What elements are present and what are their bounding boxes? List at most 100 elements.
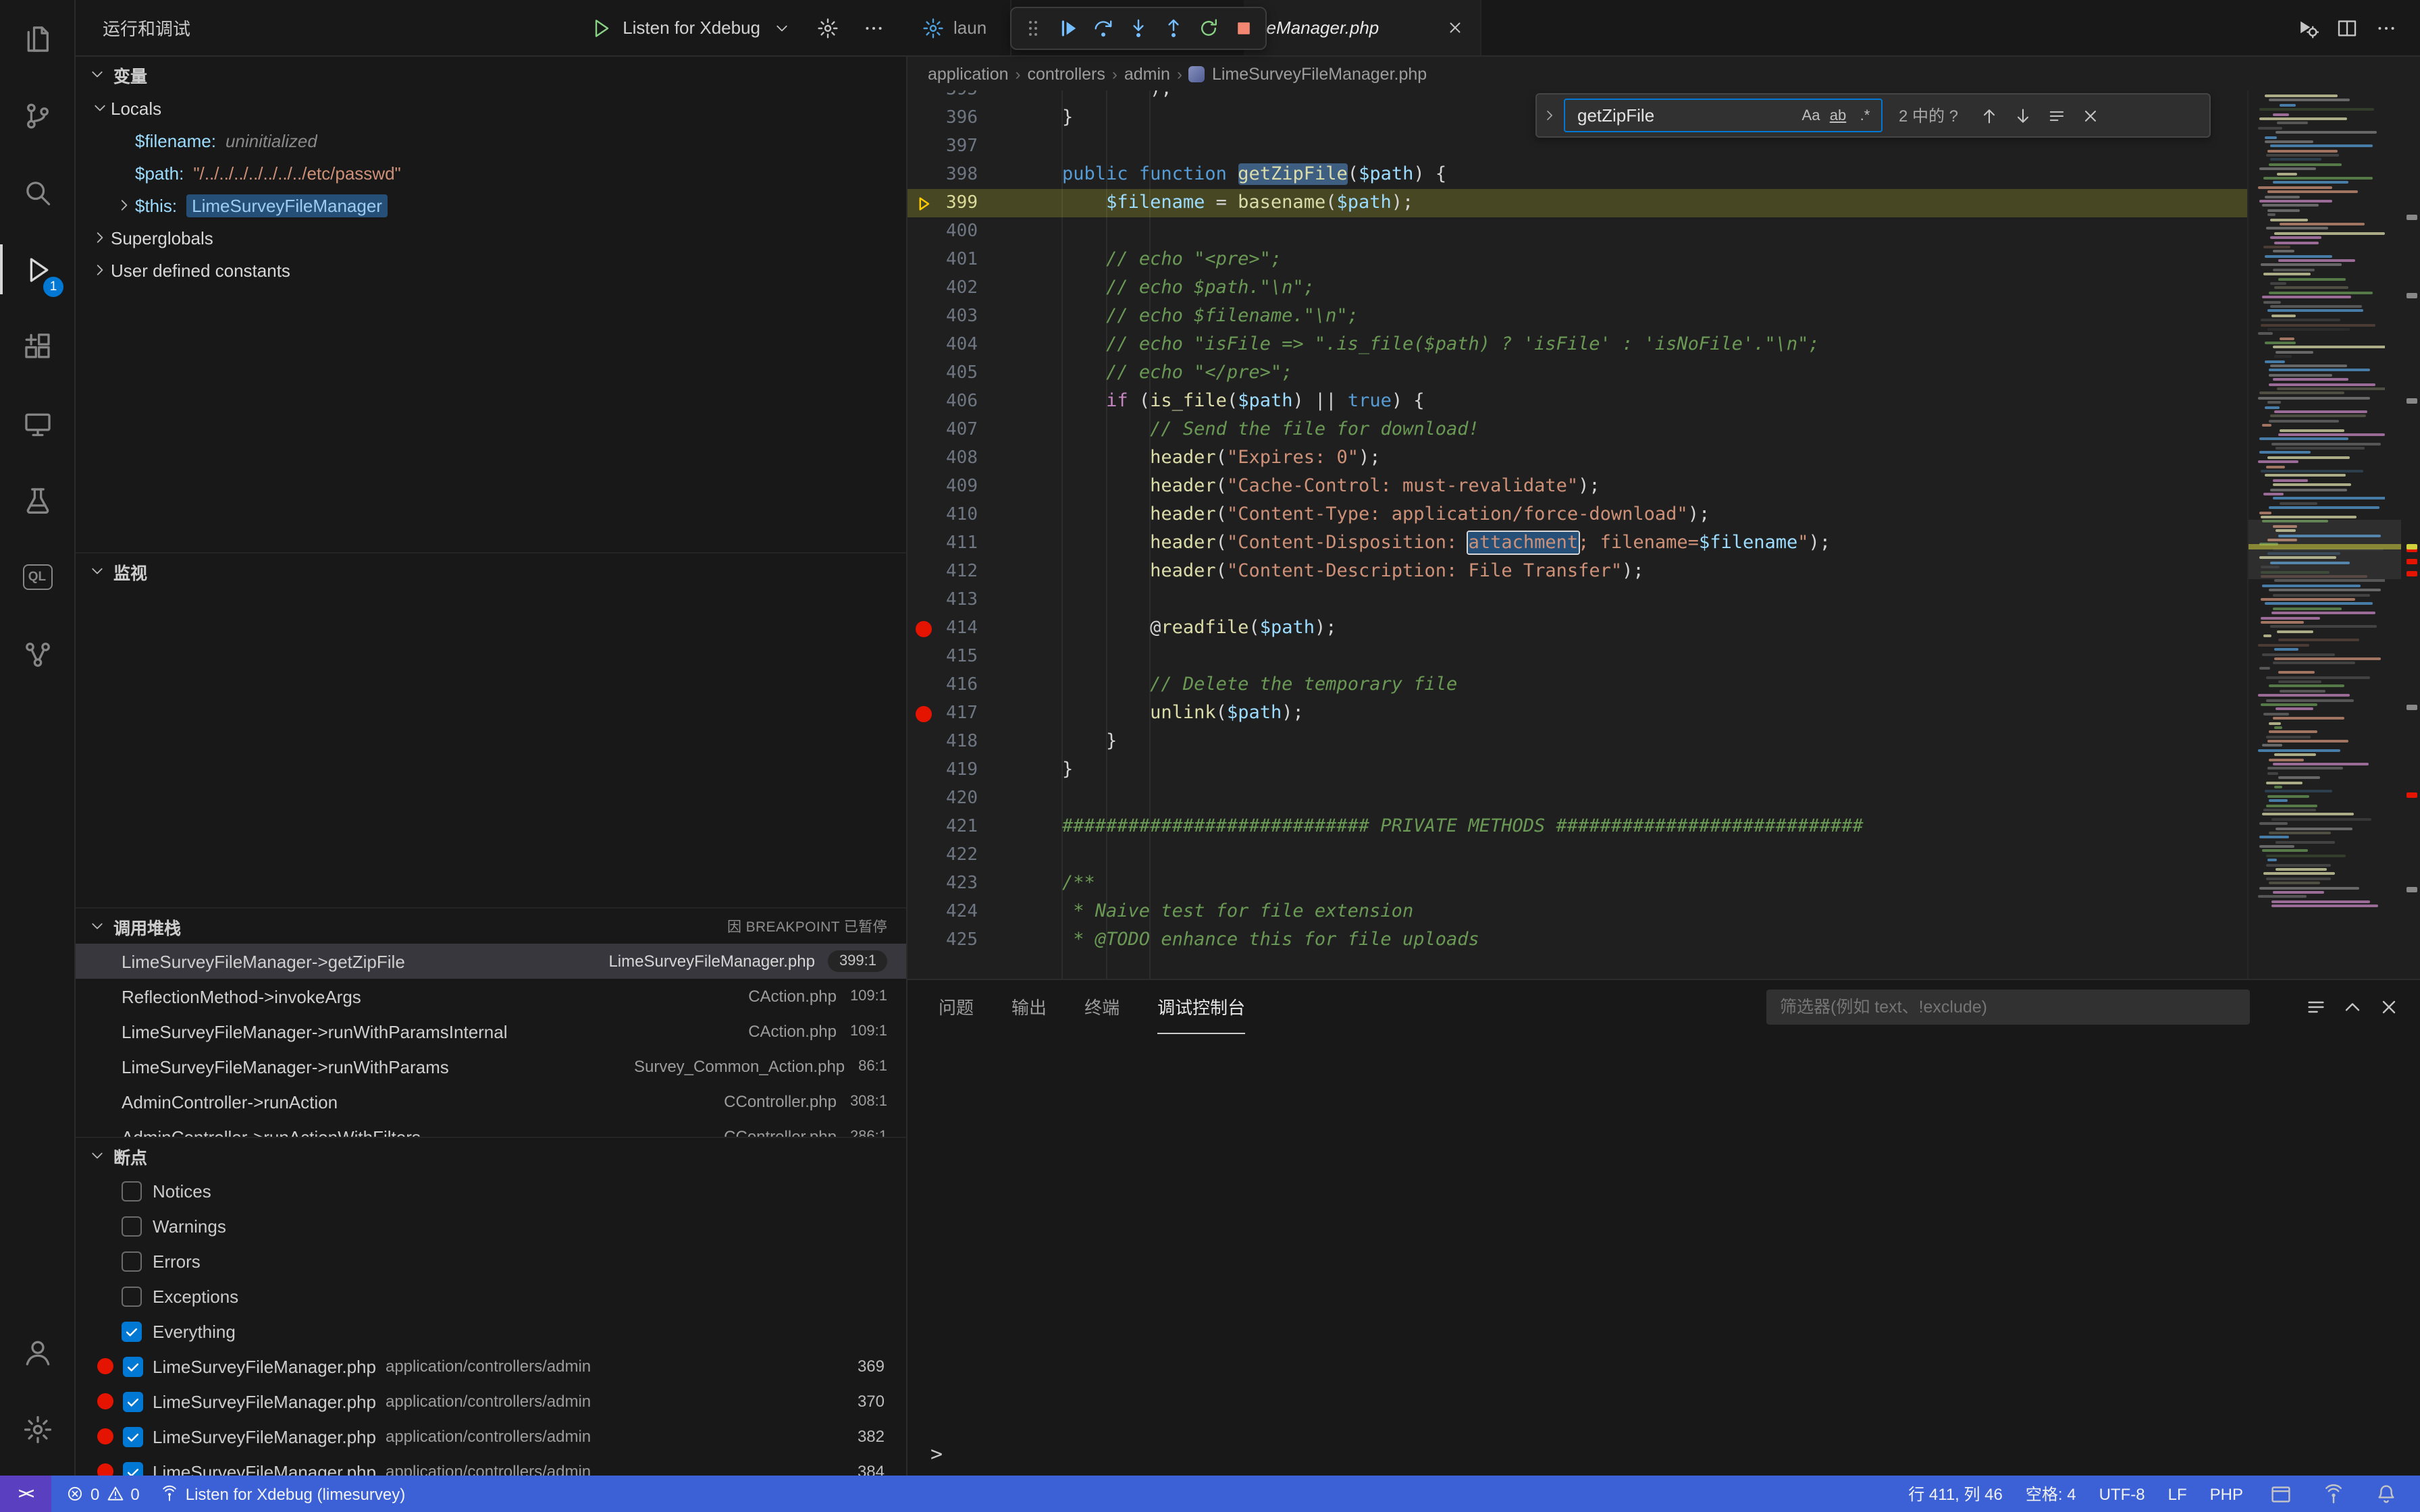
maximize-panel-icon[interactable] <box>2338 992 2367 1022</box>
problems-status[interactable]: 0 0 <box>65 1484 140 1504</box>
breakpoint-toggle-row[interactable]: Everything <box>76 1314 906 1349</box>
checkbox[interactable] <box>122 1286 142 1306</box>
panel-tab-调试控制台[interactable]: 调试控制台 <box>1157 980 1245 1034</box>
browser-preview-icon[interactable] <box>2266 1479 2296 1509</box>
stack-frame-row[interactable]: ReflectionMethod->invokeArgsCAction.php1… <box>76 979 906 1014</box>
breadcrumb-item[interactable]: controllers <box>1028 64 1105 83</box>
run-or-debug-icon[interactable] <box>2293 13 2323 43</box>
code-line[interactable]: 401 // echo "<pre>"; <box>908 246 2247 274</box>
code-line[interactable]: 423 /** <box>908 869 2247 898</box>
scope-row[interactable]: Superglobals <box>76 221 906 254</box>
code-line[interactable]: 415 <box>908 643 2247 671</box>
step-over-icon[interactable] <box>1086 11 1121 46</box>
pipeline-icon[interactable] <box>0 616 74 693</box>
breakpoint-row[interactable]: LimeSurveyFileManager.phpapplication/con… <box>76 1384 906 1419</box>
stack-frame-row[interactable]: AdminController->runActionWithFiltersCCo… <box>76 1119 906 1137</box>
start-debugging-icon[interactable] <box>586 13 616 43</box>
checkbox[interactable] <box>123 1461 143 1476</box>
console-filter-input[interactable] <box>1777 996 2239 1018</box>
notifications-bell-icon[interactable] <box>2371 1479 2401 1509</box>
code-line[interactable]: 412 header("Content-Description: File Tr… <box>908 558 2247 586</box>
minimap[interactable] <box>2247 90 2420 979</box>
debug-config-dropdown[interactable]: Listen for Xdebug <box>586 13 797 43</box>
variables-section-header[interactable]: 变量 <box>76 57 906 92</box>
scope-row[interactable]: User defined constants <box>76 254 906 286</box>
remote-indicator[interactable]: >< <box>0 1476 51 1512</box>
panel-tab-终端[interactable]: 终端 <box>1084 980 1120 1034</box>
checkbox[interactable] <box>123 1356 143 1376</box>
code-line[interactable]: 421 ############################ PRIVATE… <box>908 813 2247 841</box>
whole-word-icon[interactable]: ab <box>1824 102 1851 129</box>
code-line[interactable]: 405 // echo "</pre>"; <box>908 359 2247 387</box>
code-line[interactable]: 398 public function getZipFile($path) { <box>908 161 2247 189</box>
next-match-icon[interactable] <box>2008 101 2036 130</box>
eol-sequence[interactable]: LF <box>2168 1484 2187 1503</box>
breakpoint-glyph-icon[interactable] <box>908 699 940 728</box>
breakpoints-section-header[interactable]: 断点 <box>76 1138 906 1173</box>
code-line[interactable]: 408 header("Expires: 0"); <box>908 444 2247 473</box>
indentation[interactable]: 空格: 4 <box>2026 1482 2076 1505</box>
code-line[interactable]: 411 header("Content-Disposition: attachm… <box>908 529 2247 558</box>
breakpoint-row[interactable]: LimeSurveyFileManager.phpapplication/con… <box>76 1454 906 1476</box>
explorer-icon[interactable] <box>0 0 74 77</box>
checkbox[interactable] <box>123 1391 143 1411</box>
breakpoint-glyph-icon[interactable] <box>908 614 940 643</box>
checkbox[interactable] <box>122 1321 142 1341</box>
code-line[interactable]: 399 $filename = basename($path); <box>908 189 2247 217</box>
checkbox[interactable] <box>122 1251 142 1271</box>
debug-console-content[interactable] <box>908 1034 2420 1476</box>
debug-session-status[interactable]: Listen for Xdebug (limesurvey) <box>160 1484 406 1504</box>
continue-icon[interactable] <box>1051 11 1086 46</box>
close-tab-icon[interactable] <box>1444 17 1465 38</box>
chevron-down-icon[interactable] <box>767 13 797 43</box>
variable-row[interactable]: $filename:uninitialized <box>76 124 906 157</box>
remote-explorer-icon[interactable] <box>0 385 74 462</box>
breakpoint-row[interactable]: LimeSurveyFileManager.phpapplication/con… <box>76 1349 906 1384</box>
checkbox[interactable] <box>122 1181 142 1201</box>
console-prompt[interactable]: > <box>930 1442 943 1466</box>
find-input[interactable] <box>1575 104 1797 127</box>
stop-icon[interactable] <box>1226 11 1261 46</box>
restart-icon[interactable] <box>1191 11 1226 46</box>
close-panel-icon[interactable] <box>2374 992 2404 1022</box>
code-line[interactable]: 400 <box>908 217 2247 246</box>
code-line[interactable]: 416 // Delete the temporary file <box>908 671 2247 699</box>
step-into-icon[interactable] <box>1121 11 1156 46</box>
variable-row[interactable]: $this:LimeSurveyFileManager <box>76 189 906 221</box>
extensions-icon[interactable] <box>0 308 74 385</box>
debug-settings-gear-icon[interactable] <box>813 13 843 43</box>
breadcrumb-item[interactable]: LimeSurveyFileManager.php <box>1212 64 1427 83</box>
callstack-section-header[interactable]: 调用堆栈 因 BREAKPOINT 已暂停 <box>76 909 906 944</box>
code-line[interactable]: 410 header("Content-Type: application/fo… <box>908 501 2247 529</box>
code-line[interactable]: 407 // Send the file for download! <box>908 416 2247 444</box>
filter-results-icon[interactable] <box>2301 992 2331 1022</box>
code-editor[interactable]: Aa ab .* 2 中的 ? <box>908 90 2420 979</box>
tab-launch-json[interactable]: laun <box>908 0 1011 55</box>
encoding[interactable]: UTF-8 <box>2099 1484 2145 1503</box>
code-line[interactable]: 420 <box>908 784 2247 813</box>
breadcrumb-item[interactable]: admin <box>1124 64 1170 83</box>
stack-frame-row[interactable]: LimeSurveyFileManager->getZipFileLimeSur… <box>76 944 906 979</box>
code-line[interactable]: 406 if (is_file($path) || true) { <box>908 387 2247 416</box>
code-area[interactable]: 395 );396 }397 398 public function getZi… <box>908 90 2247 979</box>
breadcrumb-item[interactable]: application <box>928 64 1009 83</box>
scope-row[interactable]: Locals <box>76 92 906 124</box>
settings-gear-icon[interactable] <box>0 1390 74 1467</box>
ports-icon[interactable] <box>2319 1479 2348 1509</box>
regex-icon[interactable]: .* <box>1851 102 1878 129</box>
watch-section-header[interactable]: 监视 <box>76 554 906 589</box>
checkbox[interactable] <box>122 1216 142 1236</box>
stack-frame-row[interactable]: LimeSurveyFileManager->runWithParamsInte… <box>76 1014 906 1049</box>
code-line[interactable]: 424 * Naive test for file extension <box>908 898 2247 926</box>
close-find-icon[interactable] <box>2076 101 2104 130</box>
code-line[interactable]: 404 // echo "isFile => ".is_file($path) … <box>908 331 2247 359</box>
code-line[interactable]: 403 // echo $filename."\n"; <box>908 302 2247 331</box>
debug-views-more-icon[interactable] <box>859 13 889 43</box>
testing-icon[interactable] <box>0 462 74 539</box>
match-case-icon[interactable]: Aa <box>1797 102 1824 129</box>
current-frame-arrow-icon[interactable] <box>908 189 940 217</box>
breakpoint-toggle-row[interactable]: Errors <box>76 1243 906 1278</box>
code-line[interactable]: 409 header("Cache-Control: must-revalida… <box>908 473 2247 501</box>
panel-tab-输出[interactable]: 输出 <box>1011 980 1047 1034</box>
code-line[interactable]: 425 * @TODO enhance this for file upload… <box>908 926 2247 954</box>
